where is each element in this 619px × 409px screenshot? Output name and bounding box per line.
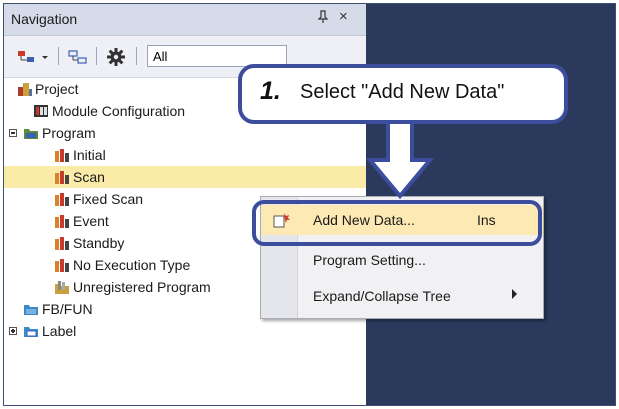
module-config-icon xyxy=(33,103,49,119)
program-icon xyxy=(54,191,70,207)
step-number: 1. xyxy=(260,77,281,105)
program-icon xyxy=(54,257,70,273)
menu-item-label: Expand/Collapse Tree xyxy=(313,288,451,304)
tree-item-label: Program xyxy=(42,125,96,141)
tree-item-initial[interactable]: Initial xyxy=(4,144,366,166)
tree-item-label: Standby xyxy=(73,235,125,251)
tree-item-label: Label xyxy=(42,323,77,339)
tree-item-label-folder[interactable]: Label xyxy=(4,320,366,342)
tree-item-program[interactable]: Program xyxy=(4,122,366,144)
tree-item-label: Module Configuration xyxy=(52,103,186,119)
panel-title: Navigation xyxy=(11,11,78,27)
program-icon xyxy=(54,147,70,163)
toolbar-separator xyxy=(96,47,97,65)
instruction-callout: 1. Select "Add New Data" xyxy=(238,64,568,124)
gear-icon xyxy=(107,48,125,66)
view-mode-button[interactable] xyxy=(14,45,54,69)
menu-item-program-setting[interactable]: Program Setting... xyxy=(261,245,543,275)
tree-item-label: Initial xyxy=(73,147,106,163)
program-icon xyxy=(54,213,70,229)
menu-item-label: Program Setting... xyxy=(313,252,426,268)
menu-item-expand-collapse-tree[interactable]: Expand/Collapse Tree xyxy=(261,281,543,311)
tree-item-scan[interactable]: Scan xyxy=(4,166,366,188)
pointer-arrow-icon xyxy=(366,120,435,200)
tree-item-label: Event xyxy=(73,213,109,229)
instruction-text: Select "Add New Data" xyxy=(300,81,505,103)
tree-view-icon xyxy=(18,51,48,62)
highlight-box xyxy=(252,200,542,246)
label-folder-icon xyxy=(23,323,39,339)
toolbar-separator xyxy=(136,47,137,65)
project-icon xyxy=(17,81,33,97)
close-icon[interactable]: × xyxy=(339,8,348,25)
collapse-toggle-icon[interactable] xyxy=(9,129,17,137)
tree-item-label: Fixed Scan xyxy=(73,191,144,207)
submenu-arrow-icon xyxy=(512,289,517,299)
pin-icon[interactable] xyxy=(317,10,329,27)
settings-button[interactable] xyxy=(102,45,130,69)
panel-titlebar: Navigation × xyxy=(4,4,366,36)
tree-item-label: No Execution Type xyxy=(73,257,191,273)
toolbar-separator xyxy=(58,47,59,65)
collapse-button[interactable] xyxy=(64,45,92,69)
fbfun-folder-icon xyxy=(23,301,39,317)
expand-toggle-icon[interactable] xyxy=(9,327,17,335)
program-icon xyxy=(54,169,70,185)
tree-item-label: FB/FUN xyxy=(42,301,93,317)
app-window: Navigation × All Project Module Configur… xyxy=(3,3,616,406)
tree-item-label: Project xyxy=(35,81,79,97)
tree-item-label: Unregistered Program xyxy=(73,279,211,295)
unregistered-program-icon xyxy=(54,279,70,295)
program-icon xyxy=(54,235,70,251)
collapse-tree-icon xyxy=(68,50,87,64)
tree-item-label: Scan xyxy=(73,169,105,185)
program-folder-icon xyxy=(23,125,39,141)
